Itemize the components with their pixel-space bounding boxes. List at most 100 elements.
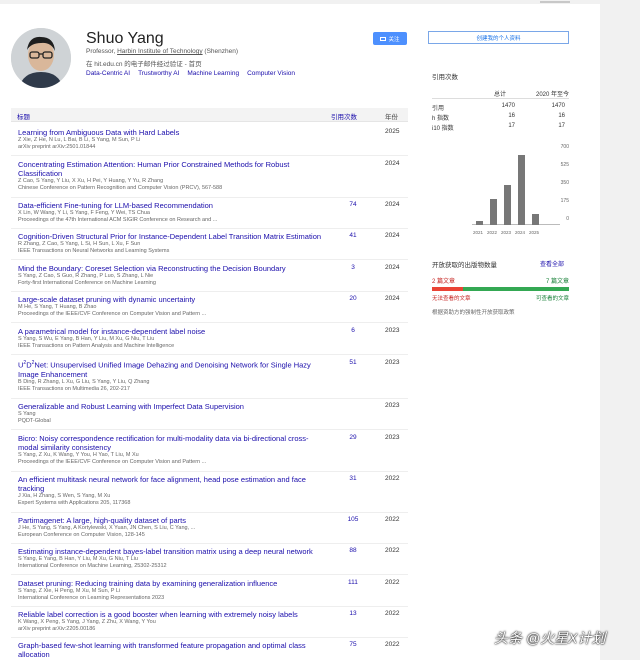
chart-y-label: 700 (560, 144, 569, 150)
interest-link[interactable]: Data-Centric AI (86, 70, 130, 77)
unavailable-count: 2 篇文章 (432, 279, 456, 285)
paper-title[interactable]: Cognition-Driven Structural Prior for In… (18, 232, 328, 241)
email-verified[interactable]: 在 hit.edu.cn 的电子邮件经过验证 - 首页 (86, 58, 202, 68)
paper-authors: Z Cao, S Yang, Y Liu, X Xu, H Pei, Y Hua… (18, 178, 164, 184)
citation-count[interactable]: 88 (341, 547, 365, 554)
citation-count[interactable]: 6 (341, 327, 365, 334)
table-row: Dataset pruning: Reducing training data … (11, 579, 408, 607)
stats-since: 16 (558, 113, 565, 119)
table-row: Cognition-Driven Structural Prior for In… (11, 232, 408, 260)
paper-venue: Proceedings of the IEEE/CVF Conference o… (18, 459, 207, 465)
paper-title[interactable]: A parametrical model for instance-depend… (18, 327, 328, 336)
watermark: 头条 @火星X计划 (494, 630, 606, 646)
table-row: Generalizable and Robust Learning with I… (11, 402, 408, 430)
chart-y-label: 350 (560, 180, 569, 186)
chart-y-label: 525 (560, 162, 569, 168)
paper-title[interactable]: Bicro: Noisy correspondence rectificatio… (18, 434, 328, 452)
chart-bar-2023[interactable] (504, 184, 511, 225)
table-row: An efficient multitask neural network fo… (11, 475, 408, 513)
paper-title[interactable]: U2D2Net: Unsupervised Unified Image Deha… (18, 359, 328, 379)
unavailable-portion (432, 287, 463, 291)
paper-title[interactable]: Estimating instance-dependent bayes-labe… (18, 547, 328, 556)
paper-title[interactable]: Mind the Boundary: Coreset Selection via… (18, 264, 328, 273)
table-row: Graph-based few-shot learning with trans… (11, 641, 408, 660)
paper-title[interactable]: Data-efficient Fine-tuning for LLM-based… (18, 201, 328, 210)
create-profile-button[interactable]: 创建我的个人资料 (428, 31, 569, 44)
paper-venue: PQDT-Global (18, 418, 51, 424)
paper-authors: K Wang, X Peng, S Yang, J Yang, Z Zhu, X… (18, 619, 156, 625)
citation-count[interactable]: 111 (341, 579, 365, 586)
stats-since: 17 (558, 123, 565, 129)
paper-venue: Expert Systems with Applications 205, 11… (18, 500, 131, 506)
research-interests: Data-Centric AI Trustworthy AI Machine Lea… (86, 70, 303, 77)
citation-count[interactable]: 51 (341, 359, 365, 366)
table-row: Mind the Boundary: Coreset Selection via… (11, 264, 408, 292)
affiliation-suffix: (Shenzhen) (202, 48, 239, 55)
citation-count[interactable]: 3 (341, 264, 365, 271)
citation-count[interactable]: 29 (341, 434, 365, 441)
paper-venue: International Conference on Machine Lear… (18, 563, 167, 569)
paper-authors: S Yang, Z Cao, S Guo, R Zhang, P Luo, S … (18, 273, 154, 279)
envelope-icon (380, 36, 387, 41)
paper-year: 2023 (385, 359, 400, 366)
stats-header: 总计 2020 年至今 (432, 87, 569, 99)
stats-label[interactable]: h 指数 (432, 113, 449, 122)
stats-row: 引用 1470 1470 (432, 103, 569, 112)
citation-count[interactable]: 20 (341, 295, 365, 302)
paper-title[interactable]: Dataset pruning: Reducing training data … (18, 579, 328, 588)
paper-title[interactable]: Reliable label correction is a good boos… (18, 610, 328, 619)
paper-year: 2022 (385, 547, 400, 554)
citations-per-year-chart: 2021 2022 2023 2024 2025 700 525 350 175 0 (432, 144, 569, 235)
interest-link[interactable]: Trustworthy AI (138, 70, 179, 77)
paper-venue: Chinese Conference on Pattern Recognitio… (18, 185, 223, 191)
paper-venue: arXiv preprint arXiv:2501.01844 (18, 144, 96, 150)
citations-heading: 引用次数 (432, 74, 458, 81)
paper-venue: IEEE Transactions on Multimedia 26, 202-… (18, 386, 130, 392)
chart-bar-2021[interactable] (476, 220, 483, 225)
open-access-bar (432, 287, 569, 291)
paper-title[interactable]: Concentrating Estimation Attention: Huma… (18, 160, 328, 178)
sort-by-year[interactable]: 年份 (385, 111, 398, 121)
paper-venue: IEEE Transactions on Pattern Analysis an… (18, 343, 175, 349)
citation-count[interactable]: 74 (341, 201, 365, 208)
paper-year: 2024 (385, 264, 400, 271)
title-part: Net: Unsupervised Unified Image Dehazing… (18, 360, 311, 379)
sort-by-citations[interactable]: 引用次数 (331, 111, 357, 121)
chart-x-label: 2025 (529, 230, 540, 235)
table-row: U2D2Net: Unsupervised Unified Image Deha… (11, 359, 408, 399)
affiliation-link[interactable]: Harbin Institute of Technology (117, 48, 203, 55)
paper-title[interactable]: An efficient multitask neural network fo… (18, 475, 328, 493)
table-header: 标题 引用次数 年份 (11, 108, 408, 122)
paper-title[interactable]: Graph-based few-shot learning with trans… (18, 641, 328, 659)
citation-count[interactable]: 13 (341, 610, 365, 617)
follow-button[interactable]: 关注 (373, 32, 407, 45)
chart-x-label: 2022 (487, 230, 498, 235)
paper-year: 2022 (385, 610, 400, 617)
paper-authors: M He, S Yang, T Huang, B Zhao (18, 304, 97, 310)
chart-y-label: 175 (560, 198, 569, 204)
sort-by-title[interactable]: 标题 (17, 111, 30, 121)
paper-title[interactable]: Large-scale dataset pruning with dynamic… (18, 295, 328, 304)
chart-x-label: 2024 (515, 230, 526, 235)
paper-title[interactable]: Generalizable and Robust Learning with I… (18, 402, 328, 411)
open-access-heading: 开放获取的出版物数量 (432, 262, 497, 269)
stats-label[interactable]: 引用 (432, 103, 444, 112)
interest-link[interactable]: Machine Learning (187, 70, 239, 77)
citation-count[interactable]: 105 (341, 516, 365, 523)
paper-venue: IEEE Transactions on Neural Networks and… (18, 248, 170, 254)
paper-title[interactable]: Learning from Ambiguous Data with Hard L… (18, 128, 328, 137)
citation-count[interactable]: 75 (341, 641, 365, 648)
stats-label[interactable]: i10 指数 (432, 123, 454, 132)
citation-count[interactable]: 31 (341, 475, 365, 482)
chart-bar-2022[interactable] (490, 199, 497, 225)
paper-title[interactable]: Partimagenet: A large, high-quality data… (18, 516, 328, 525)
stats-col-since[interactable]: 2020 年至今 (536, 89, 569, 98)
paper-authors: S Yang (18, 411, 36, 417)
paper-year: 2022 (385, 579, 400, 586)
view-all-link[interactable]: 查看全部 (540, 259, 564, 268)
citation-count[interactable]: 41 (341, 232, 365, 239)
chart-bar-2024[interactable] (518, 155, 525, 225)
chart-bar-2025[interactable] (532, 213, 539, 225)
paper-venue: Proceedings of the 47th International AC… (18, 217, 218, 223)
interest-link[interactable]: Computer Vision (247, 70, 295, 77)
